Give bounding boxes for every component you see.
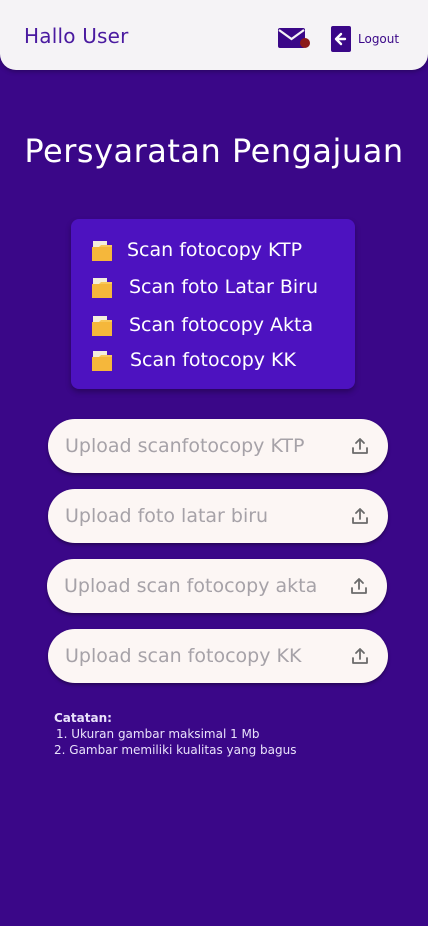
requirements-card: Scan fotocopy KTP Scan foto Latar Biru S… — [71, 219, 355, 389]
requirement-item: Scan fotocopy Akta — [91, 313, 313, 337]
upload-placeholder: Upload scan fotocopy akta — [64, 575, 318, 597]
upload-placeholder: Upload scanfotocopy KTP — [65, 435, 305, 457]
page-title: Persyaratan Pengajuan — [24, 132, 404, 170]
upload-icon[interactable] — [350, 646, 370, 666]
upload-ktp-field[interactable]: Upload scanfotocopy KTP — [48, 419, 388, 473]
mail-icon — [278, 28, 310, 48]
folder-icon — [92, 278, 112, 298]
app-header: Hallo User Logout — [0, 0, 428, 70]
upload-placeholder: Upload scan fotocopy KK — [65, 645, 302, 667]
requirement-label: Scan fotocopy Akta — [129, 314, 314, 336]
upload-kk-field[interactable]: Upload scan fotocopy KK — [48, 629, 388, 683]
notes-section: Catatan: 1. Ukuran gambar maksimal 1 Mb … — [54, 710, 296, 758]
upload-icon[interactable] — [349, 576, 369, 596]
requirement-label: Scan fotocopy KK — [130, 349, 296, 371]
note-item: 2. Gambar memiliki kualitas yang bagus — [54, 743, 297, 757]
upload-akta-field[interactable]: Upload scan fotocopy akta — [47, 559, 387, 613]
logout-button[interactable]: Logout — [330, 25, 399, 53]
logout-icon — [331, 26, 351, 52]
logout-label: Logout — [358, 32, 400, 46]
folder-icon — [92, 241, 112, 261]
folder-icon — [92, 316, 112, 336]
requirement-item: Scan fotocopy KTP — [91, 238, 302, 262]
greeting-text: Hallo User — [24, 24, 129, 48]
requirement-label: Scan foto Latar Biru — [129, 276, 318, 298]
requirement-item: Scan foto Latar Biru — [91, 275, 318, 299]
notes-title: Catatan: — [54, 711, 112, 725]
notification-dot — [300, 38, 310, 48]
requirement-label: Scan fotocopy KTP — [127, 239, 303, 261]
requirement-item: Scan fotocopy KK — [91, 348, 296, 372]
mail-button[interactable] — [277, 26, 311, 52]
upload-icon[interactable] — [350, 436, 370, 456]
folder-icon — [92, 351, 112, 371]
upload-icon[interactable] — [350, 506, 370, 526]
note-item: 1. Ukuran gambar maksimal 1 Mb — [56, 727, 260, 741]
upload-photo-field[interactable]: Upload foto latar biru — [48, 489, 388, 543]
upload-placeholder: Upload foto latar biru — [65, 505, 269, 527]
